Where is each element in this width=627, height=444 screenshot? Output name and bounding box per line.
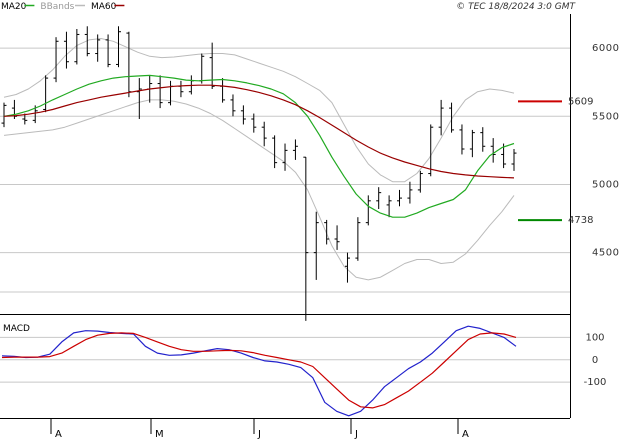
legend-entry: MA60	[91, 2, 117, 12]
chart-canvas: MA20 BBands MA60 © TEC 18/8/2024 3:0 GMT 6…	[0, 2, 619, 440]
price-marker-label: 4738	[568, 215, 593, 226]
macd-y-axis: 100 0 -100	[584, 332, 607, 388]
price-tick-label: 5500	[592, 111, 619, 122]
macd-lines	[1, 325, 517, 417]
price-marker-label: 5609	[568, 96, 593, 107]
legend: MA20 BBands MA60	[1, 2, 125, 12]
macd-tick-label: 0	[592, 355, 598, 366]
price-tick-label: 6000	[592, 43, 619, 54]
x-tick-label: J	[354, 429, 358, 440]
stock-chart: MA20 BBands MA60 © TEC 18/8/2024 3:0 GMT 6…	[0, 0, 627, 440]
price-y-axis: 6000 5500 5000 4500	[592, 43, 619, 259]
price-tick-label: 5000	[592, 179, 619, 190]
legend-entry: MA20	[1, 2, 27, 12]
legend-entry: BBands	[40, 2, 74, 12]
signal-line	[1, 332, 517, 409]
x-tick-label: A	[55, 429, 62, 440]
macd-tick-label: 100	[585, 332, 604, 343]
price-tick-label: 4500	[592, 248, 619, 259]
macd-grid	[0, 336, 570, 383]
x-tick-label: J	[257, 429, 261, 440]
x-axis: AMJJA	[50, 418, 469, 440]
macd-title: MACD	[3, 324, 30, 334]
copyright-label: © TEC 18/8/2024 3:0 GMT	[456, 2, 576, 12]
macd-line	[1, 325, 517, 417]
macd-tick-label: -100	[584, 377, 607, 388]
x-tick-label: A	[462, 429, 469, 440]
x-tick-label: M	[155, 429, 164, 440]
